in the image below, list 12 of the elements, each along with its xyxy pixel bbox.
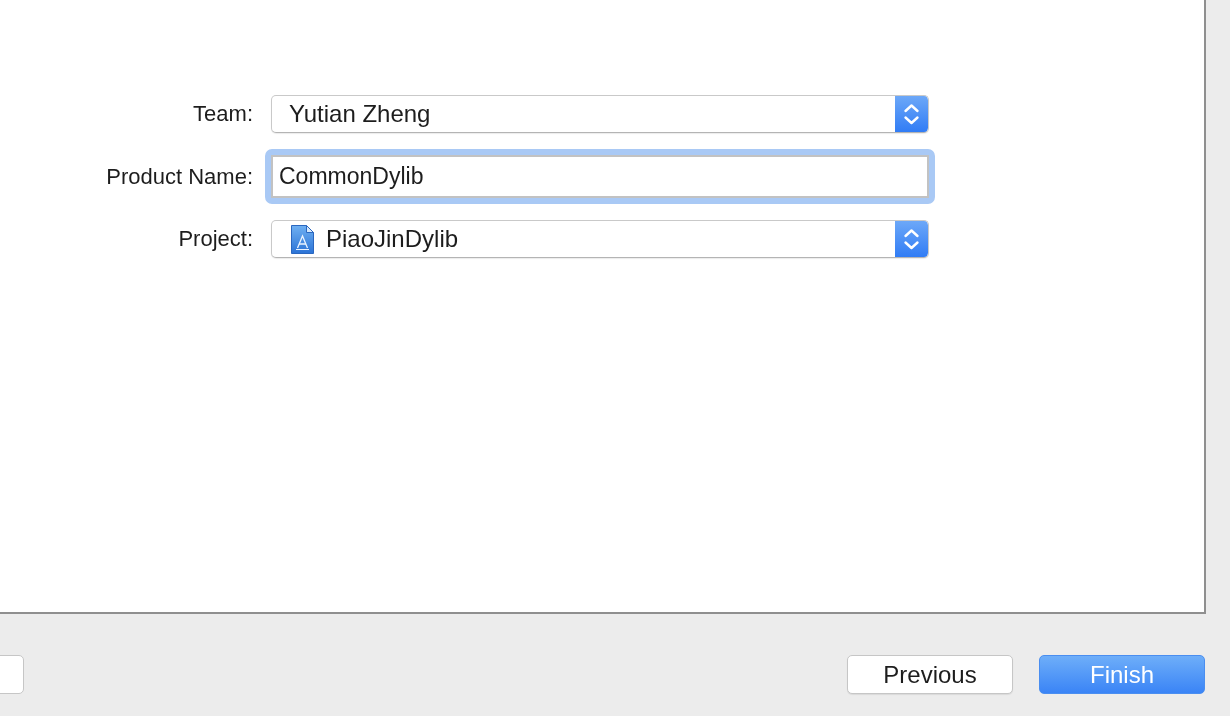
previous-button[interactable]: Previous bbox=[847, 655, 1013, 694]
popup-value: PiaoJinDylib bbox=[325, 225, 460, 253]
document-icon bbox=[291, 224, 314, 254]
popup-value: Yutian Zheng bbox=[288, 100, 432, 128]
popup-button[interactable]: PiaoJinDylib bbox=[271, 220, 929, 258]
field-label: Team: bbox=[192, 101, 253, 127]
field-label: Product Name: bbox=[105, 163, 253, 190]
up-down-chevron-icon[interactable] bbox=[895, 96, 928, 132]
field-label: Project: bbox=[177, 226, 253, 252]
up-down-chevron-icon[interactable] bbox=[895, 221, 928, 257]
text-field[interactable]: CommonDylib bbox=[265, 149, 935, 204]
popup-button[interactable]: Yutian Zheng bbox=[271, 95, 929, 133]
